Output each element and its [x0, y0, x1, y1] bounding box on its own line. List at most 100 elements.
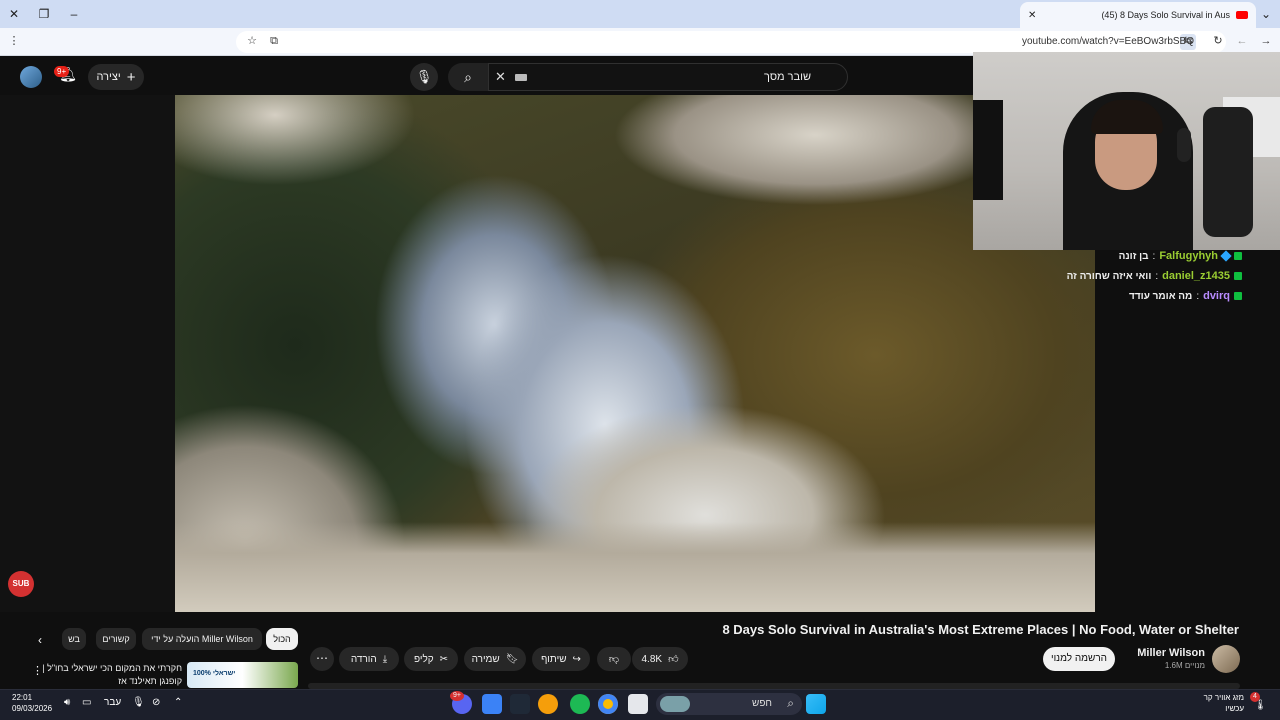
weather-subtitle: עכשיו — [1225, 704, 1244, 713]
share-button[interactable]: שיתוף ↪ — [532, 647, 590, 671]
chat-line: Falfugyhyh : בן זונה — [1002, 246, 1242, 266]
webcam-overlay — [973, 52, 1280, 250]
language-indicator[interactable]: עבר — [104, 697, 121, 708]
more-actions-icon[interactable]: ⋯ — [310, 647, 334, 671]
browser-tab-bar: ✕ ❐ – + ✕ (45) 8 Days Solo Survival in A… — [0, 0, 1280, 28]
search-input[interactable]: ✕ שובר מסך — [488, 63, 848, 91]
dislike-button[interactable]: 👎︎ — [597, 647, 631, 671]
chat-user: daniel_z1435 — [1162, 270, 1230, 282]
back-icon[interactable]: ← — [1234, 34, 1250, 50]
sub-badge: SUB — [8, 571, 34, 597]
thumbnail-text: 100% ישראלי — [193, 670, 236, 677]
like-count: 4.8K — [641, 653, 663, 665]
date: 09/03/2026 — [12, 704, 53, 713]
share-icon: ↪ — [572, 653, 581, 665]
clip-button[interactable]: קליפ ✂ — [404, 647, 458, 671]
chrome-icon[interactable] — [598, 694, 618, 714]
account-avatar[interactable] — [20, 66, 42, 88]
search-icon: ⌕ — [787, 696, 794, 710]
stream-chat: Falfugyhyh : בן זונה daniel_z1435 : וואי… — [1002, 246, 1242, 306]
chip-related[interactable]: קשורים — [96, 628, 136, 650]
chat-message: וואי איזה שחורה זה — [1066, 270, 1152, 282]
app-icon-orange[interactable] — [538, 694, 558, 714]
share-label: שיתוף — [541, 653, 567, 665]
microphone-icon[interactable]: 🎙︎ — [132, 697, 145, 708]
clock[interactable]: 22:01 09/03/2026 — [12, 692, 52, 714]
chip-partial[interactable]: בש — [62, 628, 86, 650]
scissors-icon: ✂ — [439, 653, 449, 665]
clear-search-icon[interactable]: ✕ — [495, 69, 506, 85]
menu-dots-icon[interactable]: ⋮ — [6, 34, 22, 50]
save-button[interactable]: שמירה 🔖︎ — [464, 647, 526, 671]
minimize-window-icon[interactable]: – — [64, 4, 84, 24]
taskbar-search[interactable]: חפש ⌕ — [656, 693, 802, 715]
chat-badge-icon — [1234, 292, 1242, 300]
like-button[interactable]: 4.8K 👍︎ — [632, 647, 688, 671]
weather-widget[interactable]: מזג אוויר קר עכשיו — [1204, 692, 1244, 714]
recommendation-thumbnail[interactable]: 100% ישראלי — [187, 662, 298, 688]
install-app-icon[interactable]: ⧉ — [266, 34, 282, 50]
browser-tab[interactable]: ✕ (45) 8 Days Solo Survival in Aus — [1020, 2, 1256, 28]
tab-title: (45) 8 Days Solo Survival in Aus — [1101, 10, 1230, 20]
file-explorer-icon[interactable] — [628, 694, 648, 714]
channel-name[interactable]: Miller Wilson — [1137, 647, 1205, 659]
weather-icon: 🌡︎ — [1254, 700, 1267, 711]
chevron-left-icon[interactable]: ‹ — [38, 633, 42, 647]
chat-badge-icon — [1234, 252, 1242, 260]
youtube-favicon-icon — [1236, 11, 1248, 19]
download-icon: ⤓ — [382, 653, 388, 665]
chip-uploaded-by[interactable]: הועלה על ידי Miller Wilson — [142, 628, 262, 650]
restore-window-icon[interactable]: ❐ — [34, 4, 54, 24]
chat-badge-icon — [1234, 272, 1242, 280]
thumbs-down-icon: 👎︎ — [608, 654, 620, 665]
bookmark-star-icon[interactable]: ☆ — [244, 34, 260, 50]
voice-search-icon[interactable]: 🎙︎ — [410, 63, 438, 91]
clip-label: קליפ — [413, 653, 434, 665]
bookmark-icon: 🔖︎ — [505, 653, 519, 665]
chat-user: Falfugyhyh — [1159, 250, 1218, 262]
headphones-shape — [1177, 128, 1191, 162]
reload-icon[interactable]: ↻ — [1210, 34, 1226, 50]
chat-message: בן זונה — [1118, 250, 1149, 262]
search-icon: ⌕ — [464, 69, 472, 85]
video-player[interactable] — [175, 95, 1095, 612]
close-tab-icon[interactable]: ✕ — [1028, 10, 1036, 21]
subscribe-button[interactable]: הרשמה למנוי — [1043, 647, 1115, 671]
subscriber-count: 1.6M מנויים — [1164, 661, 1205, 670]
close-window-icon[interactable]: ✕ — [4, 4, 24, 24]
chat-message: מה אומר עודד — [1129, 290, 1193, 302]
create-button[interactable]: יצירה + — [88, 64, 144, 90]
search-button[interactable]: ⌕ — [448, 63, 488, 91]
search-thumb — [660, 696, 690, 712]
taskbar-search-placeholder: חפש — [752, 698, 772, 709]
windows-start-icon[interactable] — [806, 694, 826, 714]
chip-all[interactable]: הכול — [266, 628, 298, 650]
network-icon[interactable]: ▭ — [82, 697, 91, 708]
recommendation-title[interactable]: חקרתי את המקום הכי ישראלי בחו"ל | קופנגן… — [42, 662, 182, 688]
channel-avatar[interactable] — [1212, 645, 1240, 673]
chair-shape — [1203, 107, 1253, 237]
gem-badge-icon — [1220, 250, 1232, 262]
app-icon-dark[interactable] — [510, 694, 530, 714]
search-query: שובר מסך — [764, 71, 811, 83]
video-frame-rocks — [175, 522, 1095, 612]
discord-badge: 9+ — [450, 691, 464, 701]
tray-chevron-icon[interactable]: ⌃ — [174, 697, 182, 708]
video-title: 8 Days Solo Survival in Australia's Most… — [722, 622, 1239, 637]
spotify-icon[interactable] — [570, 694, 590, 714]
notifications-badge: 9+ — [54, 66, 70, 77]
save-label: שמירה — [471, 653, 500, 665]
tab-list-icon[interactable]: ⌄ — [1256, 4, 1276, 24]
keyboard-icon[interactable] — [515, 74, 527, 81]
create-label: יצירה — [96, 71, 121, 83]
plus-icon: + — [126, 68, 136, 86]
forward-icon[interactable]: → — [1258, 34, 1274, 50]
left-panel — [0, 95, 175, 612]
mute-icon[interactable]: ⊘ — [152, 697, 160, 708]
volume-icon[interactable]: 🔊︎ — [64, 697, 70, 708]
chat-line: dvirq : מה אומר עודד — [1002, 286, 1242, 306]
apps-grid-icon[interactable] — [482, 694, 502, 714]
weather-title: מזג אוויר קר — [1203, 693, 1244, 702]
download-button[interactable]: הורדה ⤓ — [339, 647, 399, 671]
url-text: youtube.com/watch?v=EeBOw3rbSBQ — [1021, 36, 1194, 47]
